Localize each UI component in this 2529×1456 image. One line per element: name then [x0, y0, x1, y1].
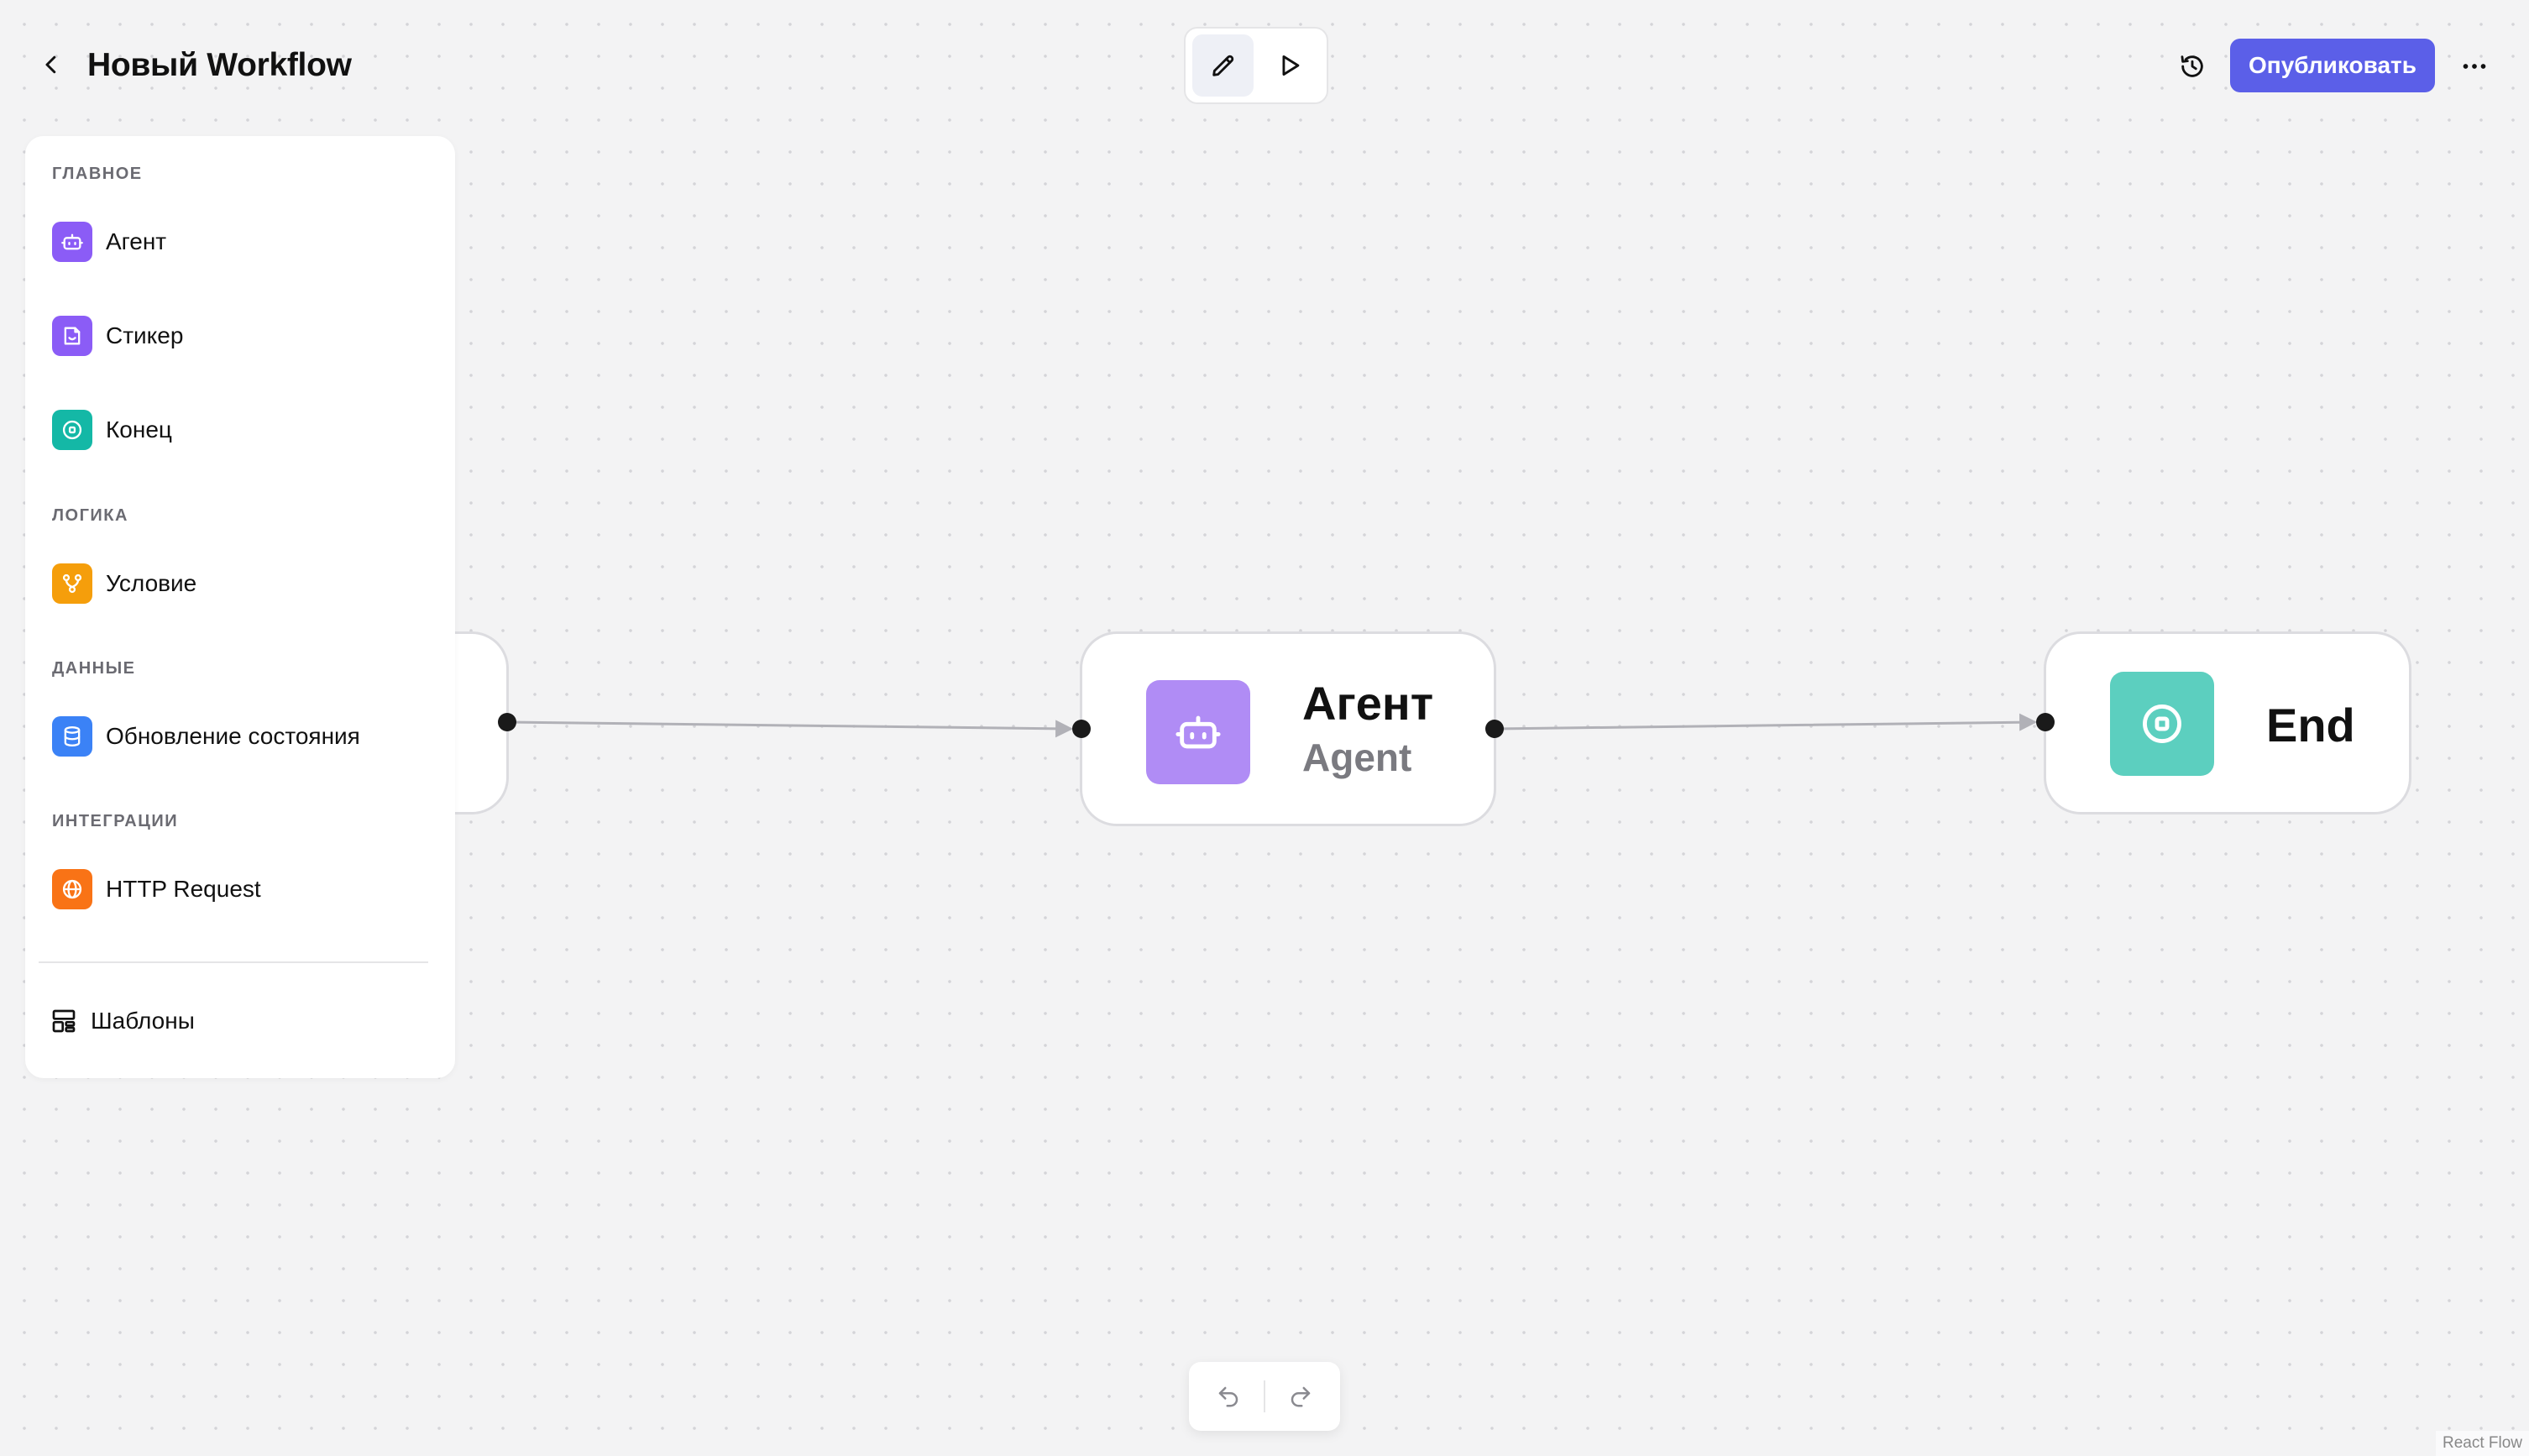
- start-node-output-handle[interactable]: [498, 713, 516, 731]
- agent-node-title: Агент: [1302, 677, 1434, 730]
- palette-item-condition[interactable]: Условие: [52, 563, 196, 605]
- publish-button[interactable]: Опубликовать: [2230, 39, 2435, 92]
- redo-icon: [1291, 1386, 1311, 1407]
- pencil-icon: [1212, 55, 1233, 76]
- sticker-icon: [52, 316, 92, 356]
- edit-mode-button[interactable]: [1192, 34, 1254, 97]
- stop-circle-icon: [52, 410, 92, 450]
- database-icon: [52, 716, 92, 757]
- templates-label: Шаблоны: [91, 1008, 195, 1034]
- react-flow-attribution[interactable]: React Flow: [2435, 1431, 2529, 1456]
- agent-node-input-handle[interactable]: [1072, 720, 1091, 738]
- end-node-title: End: [2266, 699, 2355, 752]
- branch-icon: [52, 563, 92, 604]
- agent-node-output-handle[interactable]: [1485, 720, 1504, 738]
- workflow-title: Новый Workflow: [87, 47, 352, 83]
- section-label-main: ГЛАВНОЕ: [52, 165, 143, 183]
- workflow-node-end[interactable]: End: [2044, 631, 2411, 814]
- more-options-button[interactable]: [2455, 47, 2494, 86]
- palette-item-label: HTTP Request: [106, 876, 261, 902]
- history-icon: [2181, 55, 2203, 77]
- globe-icon: [52, 869, 92, 909]
- end-node-input-handle[interactable]: [2036, 713, 2055, 731]
- palette-item-label: Агент: [106, 228, 167, 254]
- more-horizontal-icon: [2463, 64, 2486, 69]
- edge-agent-end: [1494, 713, 2038, 731]
- run-button[interactable]: [1259, 34, 1320, 97]
- section-label-data: ДАННЫЕ: [52, 659, 136, 678]
- back-button[interactable]: [34, 47, 69, 82]
- stop-circle-icon: [2110, 672, 2214, 776]
- chevron-left-icon: [45, 55, 56, 74]
- palette-item-label: Обновление состояния: [106, 723, 360, 749]
- agent-node-subtitle: Agent: [1302, 736, 1412, 779]
- redo-button[interactable]: [1277, 1373, 1324, 1420]
- palette-item-label: Конец: [106, 416, 172, 443]
- mode-toggle: [1184, 27, 1328, 104]
- history-button[interactable]: [2173, 47, 2212, 86]
- palette-item-label: Стикер: [106, 322, 184, 348]
- palette-item-sticker[interactable]: Стикер: [52, 315, 183, 357]
- undo-redo-panel: [1189, 1362, 1340, 1431]
- edge-start-agent: [507, 720, 1074, 738]
- templates-button[interactable]: Шаблоны: [50, 1000, 195, 1042]
- palette-item-agent[interactable]: Агент: [52, 221, 166, 263]
- palette-item-http-request[interactable]: HTTP Request: [52, 868, 261, 910]
- section-label-integrations: ИНТЕГРАЦИИ: [52, 812, 179, 830]
- workflow-node-agent[interactable]: Агент Agent: [1080, 631, 1496, 826]
- palette-item-end[interactable]: Конец: [52, 409, 172, 451]
- palette-item-state-update[interactable]: Обновление состояния: [52, 715, 360, 757]
- bot-icon: [52, 222, 92, 262]
- undo-redo-separator: [1264, 1380, 1265, 1412]
- sidebar-divider: [39, 961, 428, 963]
- undo-icon: [1218, 1386, 1238, 1407]
- bot-icon: [1146, 680, 1250, 784]
- layout-template-icon: [52, 1009, 76, 1033]
- section-label-logic: ЛОГИКА: [52, 506, 128, 525]
- undo-button[interactable]: [1205, 1373, 1252, 1420]
- node-palette-sidebar: ГЛАВНОЕ Агент Стикер Конец ЛОГИКА Услови…: [25, 136, 455, 1078]
- play-icon: [1282, 55, 1299, 76]
- palette-item-label: Условие: [106, 570, 197, 596]
